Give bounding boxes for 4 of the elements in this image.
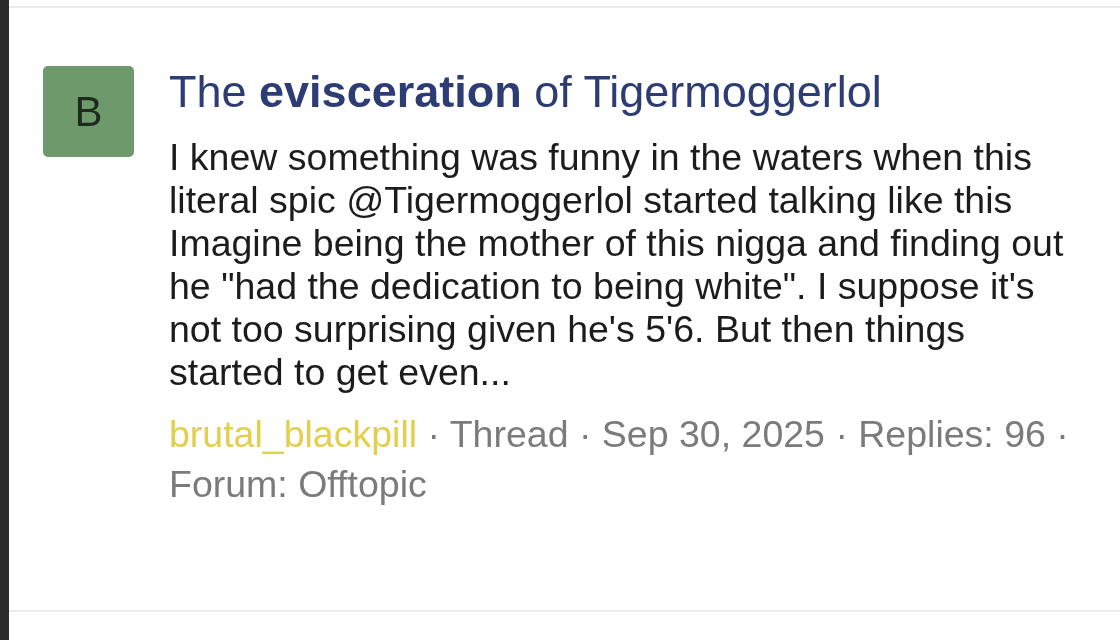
user-avatar[interactable]: B <box>43 66 134 157</box>
post-snippet: I knew something was funny in the waters when this literal spic @Tigermoggerlol started talking like this Imagine being the mother of this nigga and finding out he "had the dedication to being white". I suppose it's not too surprising given he's 5'6. But then things started to get even... <box>169 136 1065 394</box>
thread-meta: brutal_blackpill · Thread · Sep 30, 2025 · Replies: 96 · Forum: Offtopic <box>169 412 1070 507</box>
thread-title-link[interactable]: The evisceration of Tigermoggerlol <box>169 67 882 117</box>
